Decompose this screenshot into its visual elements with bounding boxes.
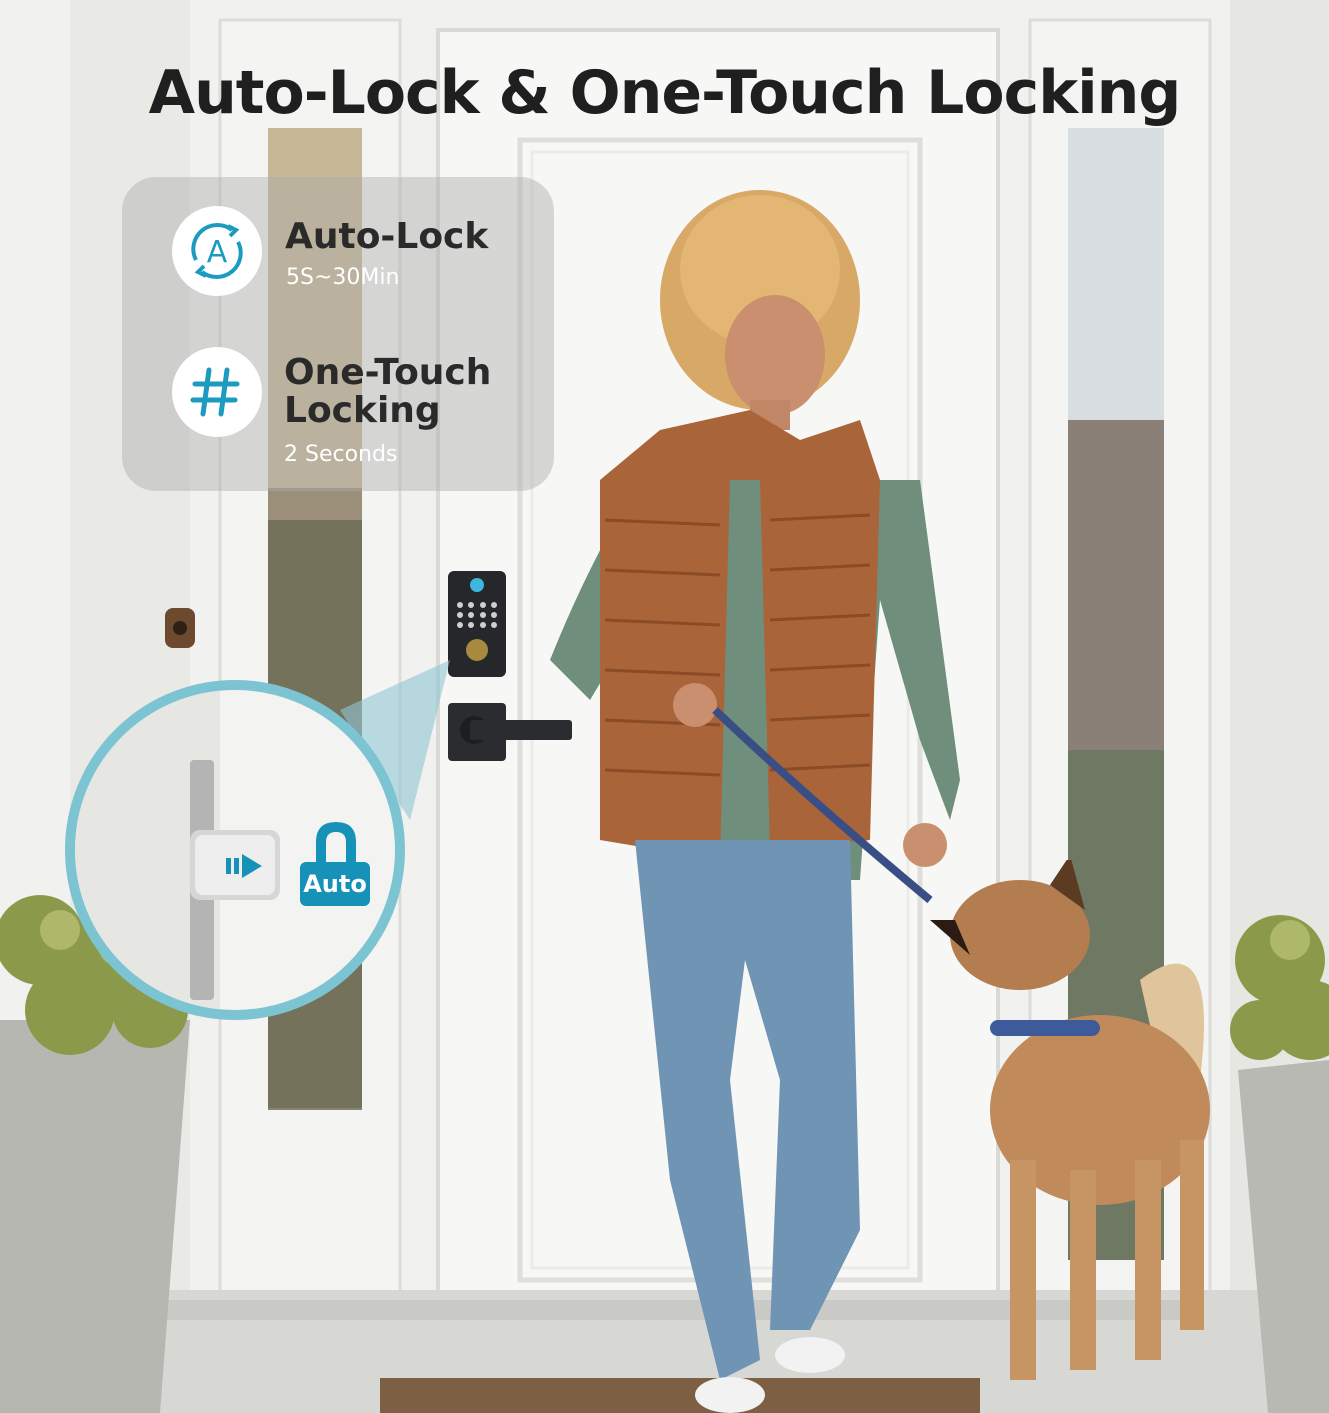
one-touch-subtitle: 2 Seconds <box>284 442 398 467</box>
auto-lock-title: Auto-Lock <box>285 216 489 257</box>
auto-lock-icon: A <box>191 223 243 279</box>
hash-icon <box>190 367 240 417</box>
page-title: Auto-Lock & One-Touch Locking <box>148 58 1182 128</box>
extend-arrow-icon <box>226 854 262 878</box>
padlock-icon <box>316 822 356 866</box>
product-scene: Auto Auto-Lock & One-Touch Locking A Aut… <box>0 0 1329 1413</box>
inset-zoom-callout <box>65 660 450 1020</box>
one-touch-title-line1: One-Touch <box>284 352 492 393</box>
auto-badge: Auto <box>300 862 370 906</box>
auto-lock-icon-badge: A <box>172 206 262 296</box>
dog <box>930 860 1210 1380</box>
hash-icon-badge <box>172 347 262 437</box>
svg-text:A: A <box>207 235 228 270</box>
auto-lock-subtitle: 5S~30Min <box>286 265 400 290</box>
one-touch-title-line2: Locking <box>284 390 441 431</box>
